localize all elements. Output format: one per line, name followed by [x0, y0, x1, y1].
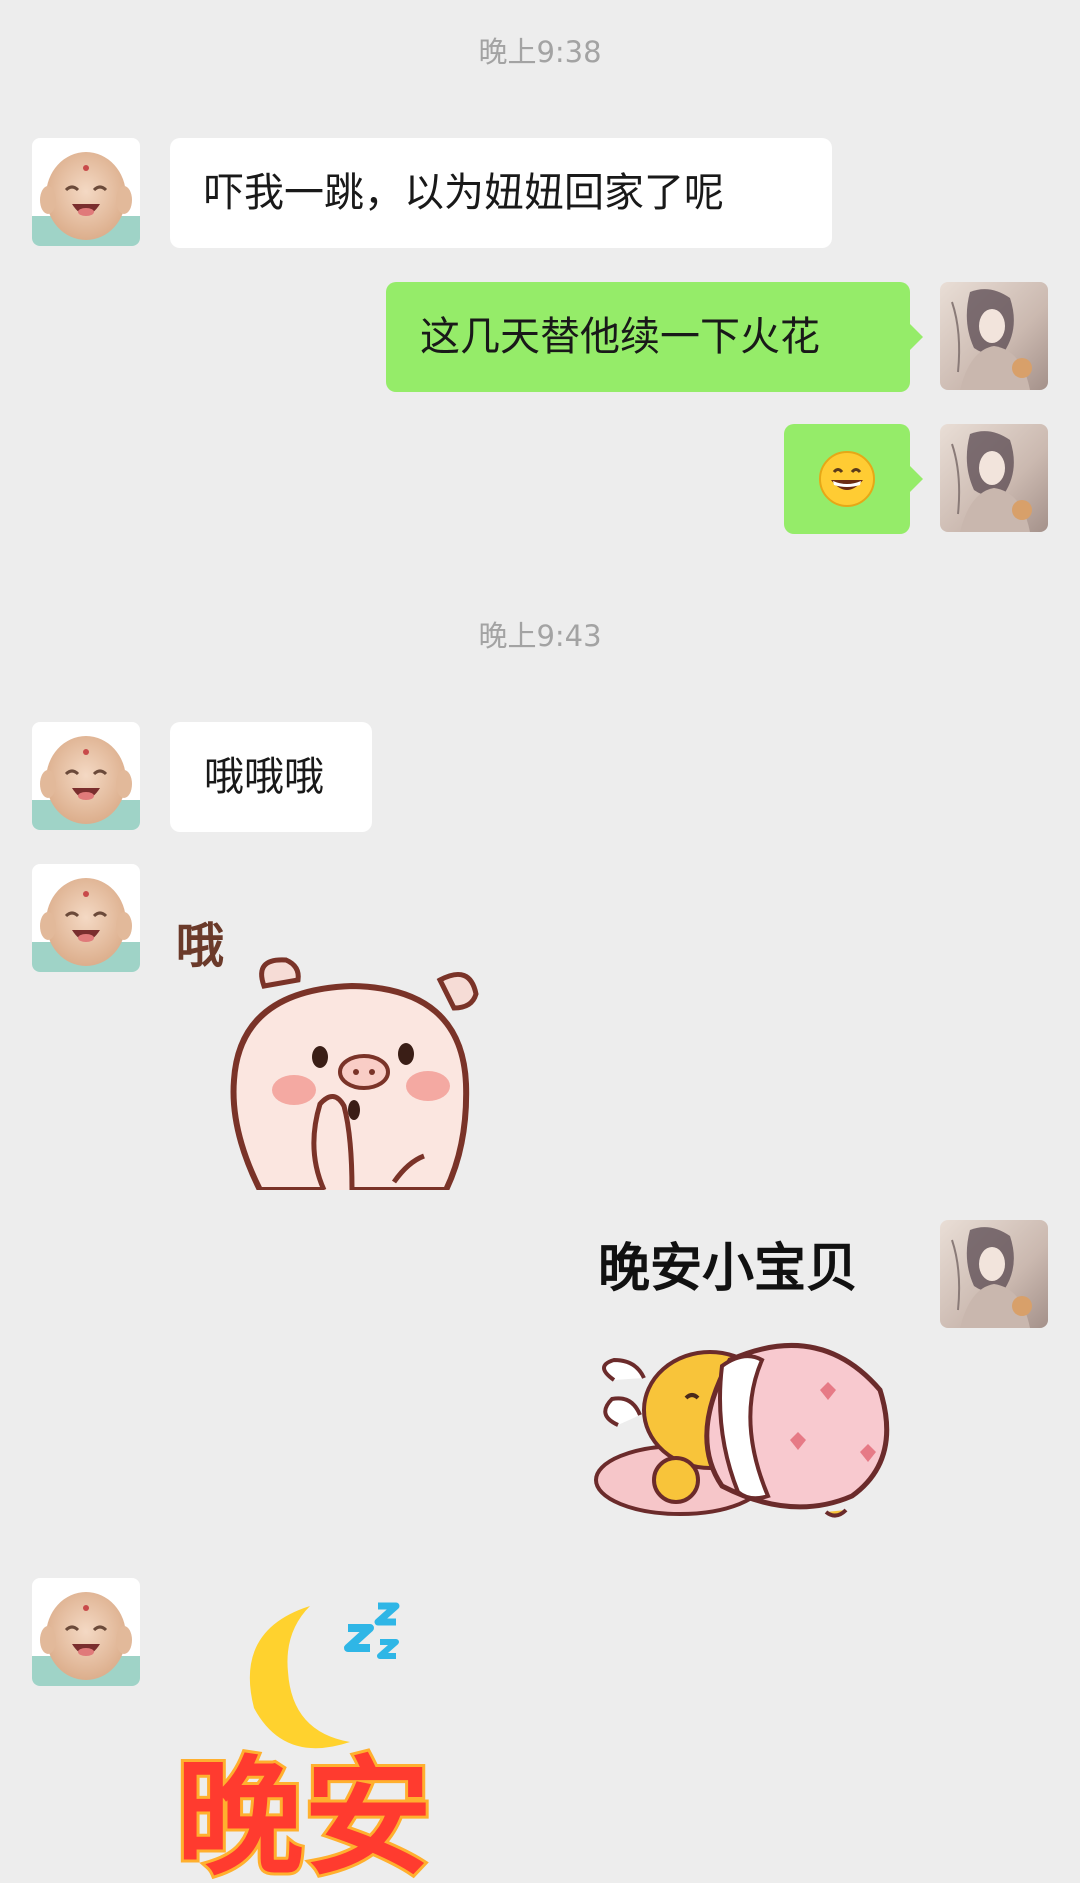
pig-sticker[interactable]: 哦 [170, 900, 500, 1190]
timestamp: 晚上9:38 [478, 35, 602, 69]
buddha-avatar-icon [32, 1578, 140, 1686]
buddha-avatar-icon [32, 864, 140, 972]
contact-avatar[interactable] [32, 138, 140, 246]
portrait-avatar-icon [940, 282, 1048, 390]
message-text: 这几天替他续一下火花 [420, 314, 820, 360]
sticker-caption: 晚安 [176, 1744, 432, 1883]
timestamp: 晚上9:43 [478, 619, 602, 653]
my-avatar[interactable] [940, 424, 1048, 532]
goodnight-moon-sticker[interactable]: 晚安 [170, 1592, 510, 1883]
my-avatar[interactable] [940, 282, 1048, 390]
incoming-message-bubble[interactable]: 哦哦哦 [170, 722, 372, 832]
contact-avatar[interactable] [32, 864, 140, 972]
outgoing-message-bubble[interactable]: 这几天替他续一下火花 [386, 282, 923, 392]
sticker-caption: 晚安小宝贝 [598, 1239, 858, 1299]
grinning-face-icon [819, 451, 875, 507]
goodnight-baby-sticker[interactable]: 晚安小宝贝 [590, 1230, 910, 1530]
contact-avatar[interactable] [32, 1578, 140, 1686]
message-text: 哦哦哦 [204, 754, 324, 800]
incoming-message-bubble[interactable]: 吓我一跳，以为妞妞回家了呢 [170, 138, 832, 248]
my-avatar[interactable] [940, 1220, 1048, 1328]
chat-area[interactable]: 晚上9:38 吓我一跳，以为妞妞回家了呢 这几天替他续一下火花 晚上9:43 哦… [0, 0, 1080, 1883]
portrait-avatar-icon [940, 1220, 1048, 1328]
buddha-avatar-icon [32, 138, 140, 246]
sleeping-chick-icon: 晚安小宝贝 [594, 1239, 890, 1518]
moon-zzz-icon: 晚安 [173, 1602, 435, 1883]
buddha-avatar-icon [32, 722, 140, 830]
outgoing-emoji-bubble[interactable] [784, 424, 923, 534]
blushing-pig-icon: 哦 [176, 918, 479, 1190]
contact-avatar[interactable] [32, 722, 140, 830]
sticker-caption: 哦 [176, 918, 224, 974]
portrait-avatar-icon [940, 424, 1048, 532]
message-text: 吓我一跳，以为妞妞回家了呢 [204, 170, 724, 216]
